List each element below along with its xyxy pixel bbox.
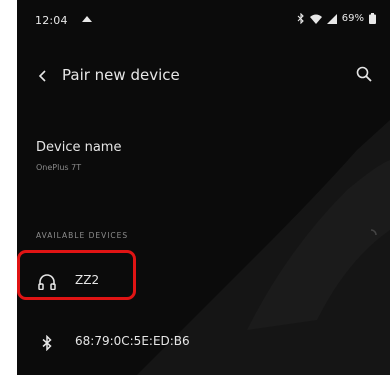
search-button[interactable] — [350, 62, 378, 90]
device-name-label: Device name — [36, 140, 122, 155]
bluetooth-icon — [36, 332, 58, 354]
headphones-icon — [36, 271, 58, 293]
device-name-setting[interactable]: Device name OnePlus 7T — [17, 132, 390, 182]
device-item-zz2[interactable]: ZZ2 — [17, 259, 390, 303]
available-devices-header: AVAILABLE DEVICES — [36, 231, 129, 240]
app-bar: Pair new device — [17, 56, 390, 96]
device-item-label: ZZ2 — [75, 273, 100, 287]
device-name-value: OnePlus 7T — [36, 163, 82, 172]
wifi-icon — [309, 14, 322, 24]
device-item-mac[interactable]: 68:79:0C:5E:ED:B6 — [17, 320, 390, 364]
scanning-spinner-icon — [370, 229, 377, 236]
back-arrow-icon — [37, 67, 49, 86]
search-icon — [356, 66, 372, 86]
cloud-upload-icon — [81, 14, 93, 26]
status-time: 12:04 — [35, 14, 68, 27]
status-icons: 69% — [297, 13, 376, 24]
battery-icon — [369, 13, 376, 24]
battery-percent: 69% — [341, 13, 364, 24]
page-title: Pair new device — [62, 66, 180, 84]
back-button[interactable] — [31, 64, 55, 88]
phone-screen: 12:04 69% Pair new device Device name On… — [17, 0, 390, 375]
signal-icon — [326, 13, 337, 24]
status-bar: 12:04 69% — [17, 0, 390, 40]
device-item-label: 68:79:0C:5E:ED:B6 — [75, 334, 190, 348]
bluetooth-icon — [297, 13, 305, 24]
